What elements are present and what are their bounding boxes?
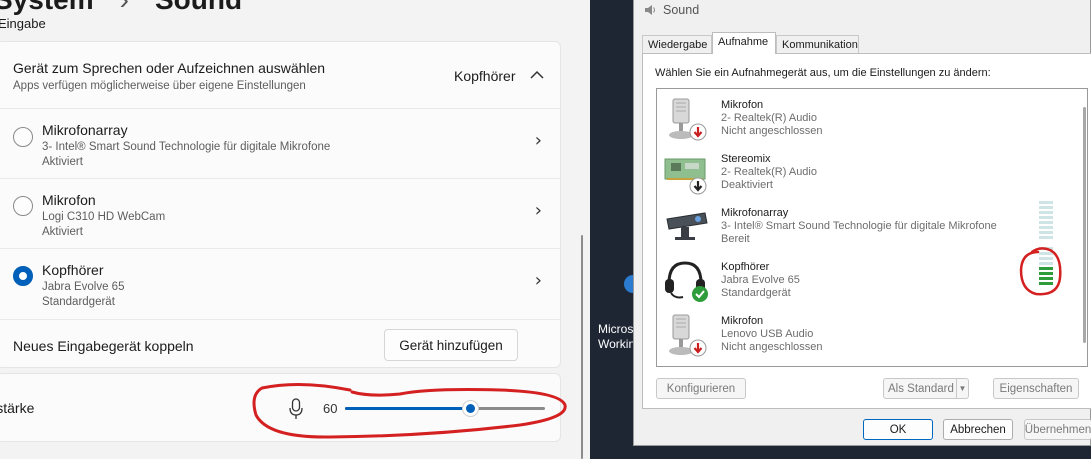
device-radio-selected[interactable] bbox=[13, 266, 33, 286]
list-item[interactable]: Mikrofon 2- Realtek(R) Audio Nicht anges… bbox=[657, 93, 1077, 145]
recording-device-list[interactable]: Mikrofon 2- Realtek(R) Audio Nicht anges… bbox=[656, 88, 1088, 367]
chevron-right-icon[interactable]: › bbox=[535, 270, 542, 291]
device-radio[interactable] bbox=[13, 196, 33, 216]
pair-device-row: Neues Eingabegerät koppeln Gerät hinzufü… bbox=[0, 319, 560, 369]
recording-tab-panel: Wählen Sie ein Aufnahmegerät aus, um die… bbox=[642, 53, 1091, 409]
device-row-kopfhoerer[interactable]: Kopfhörer Jabra Evolve 65 Standardgerät … bbox=[0, 248, 560, 319]
device-status: Standardgerät bbox=[42, 296, 115, 308]
apply-button[interactable]: Übernehmen bbox=[1024, 419, 1091, 440]
current-device-label: Kopfhörer bbox=[454, 68, 516, 84]
settings-scrollbar[interactable] bbox=[581, 235, 583, 459]
volume-label: Lautstärke bbox=[0, 400, 35, 416]
dropdown-arrow-icon[interactable]: ▼ bbox=[956, 379, 968, 398]
slider-fill bbox=[345, 407, 470, 410]
chevron-right-icon[interactable]: › bbox=[535, 130, 542, 151]
configure-button[interactable]: Konfigurieren bbox=[656, 378, 746, 399]
list-item[interactable]: Mikrofonarray 3- Intel® Smart Sound Tech… bbox=[657, 201, 1077, 253]
device-name: Mikrofon bbox=[721, 315, 764, 327]
device-name: Mikrofonarray bbox=[721, 207, 789, 219]
device-driver: Lenovo USB Audio bbox=[721, 328, 814, 340]
volume-value: 60 bbox=[323, 401, 338, 416]
device-driver: Jabra Evolve 65 bbox=[721, 274, 800, 286]
settings-window: System › Sound Eingabe Gerät zum Sprechen … bbox=[0, 0, 590, 459]
device-driver: 3- Intel® Smart Sound Technologie für di… bbox=[721, 220, 997, 232]
device-row-mikrofon[interactable]: Mikrofon Logi C310 HD WebCam Aktiviert › bbox=[0, 178, 560, 248]
device-row-mikrofonarray[interactable]: Mikrofonarray 3- Intel® Smart Sound Tech… bbox=[0, 108, 560, 178]
volume-card: Lautstärke 60 bbox=[0, 373, 561, 442]
microphone-icon bbox=[289, 398, 303, 419]
list-scrollbar[interactable] bbox=[1083, 107, 1086, 343]
section-heading: Eingabe bbox=[0, 16, 46, 31]
sound-dialog: Sound Wiedergabe Aufnahme Kommunikation … bbox=[633, 0, 1091, 446]
headset-icon bbox=[665, 261, 708, 302]
device-status: Aktiviert bbox=[42, 156, 83, 168]
select-device-title: Gerät zum Sprechen oder Aufzeichnen ausw… bbox=[13, 60, 326, 76]
volume-slider[interactable] bbox=[345, 398, 545, 418]
dialog-title: Sound bbox=[663, 3, 700, 17]
speaker-icon bbox=[645, 5, 655, 15]
device-name: Kopfhörer bbox=[42, 262, 104, 278]
list-item[interactable]: Mikrofon Lenovo USB Audio Nicht angeschl… bbox=[657, 309, 1077, 361]
breadcrumb-parent[interactable]: System bbox=[0, 0, 94, 15]
device-status: Nicht angeschlossen bbox=[721, 125, 823, 137]
device-name: Mikrofon bbox=[42, 192, 96, 208]
set-default-button[interactable]: Als Standard ▼ bbox=[883, 378, 969, 399]
select-device-subtitle: Apps verfügen möglicherweise über eigene… bbox=[13, 80, 306, 92]
level-meter bbox=[1039, 247, 1053, 287]
device-driver: 2- Realtek(R) Audio bbox=[721, 112, 817, 124]
breadcrumb-current: Sound bbox=[155, 0, 242, 15]
device-desc: 3- Intel® Smart Sound Technologie für di… bbox=[42, 141, 331, 153]
device-status: Bereit bbox=[721, 233, 750, 245]
tab-communication[interactable]: Kommunikation bbox=[776, 35, 859, 54]
device-name: Mikrofon bbox=[721, 99, 764, 111]
input-device-card: Gerät zum Sprechen oder Aufzeichnen ausw… bbox=[0, 41, 561, 368]
properties-button[interactable]: Eigenschaften bbox=[993, 378, 1079, 399]
breadcrumb-separator-icon: › bbox=[120, 0, 129, 15]
device-status: Deaktiviert bbox=[721, 179, 773, 191]
breadcrumb: System › Sound bbox=[0, 0, 242, 16]
device-status: Aktiviert bbox=[42, 226, 83, 238]
device-desc: Logi C310 HD WebCam bbox=[42, 211, 166, 223]
cancel-button[interactable]: Abbrechen bbox=[943, 419, 1013, 440]
tab-recording[interactable]: Aufnahme bbox=[712, 32, 776, 54]
list-item[interactable]: Stereomix 2- Realtek(R) Audio Deaktivier… bbox=[657, 147, 1077, 199]
device-status: Standardgerät bbox=[721, 287, 791, 299]
device-name: Mikrofonarray bbox=[42, 122, 128, 138]
ok-button[interactable]: OK bbox=[863, 419, 933, 440]
device-name: Kopfhörer bbox=[721, 261, 770, 273]
select-device-header[interactable]: Gerät zum Sprechen oder Aufzeichnen ausw… bbox=[0, 42, 560, 108]
device-status: Nicht angeschlossen bbox=[721, 341, 823, 353]
device-radio[interactable] bbox=[13, 127, 33, 147]
device-driver: 2- Realtek(R) Audio bbox=[721, 166, 817, 178]
level-meter bbox=[1039, 201, 1053, 239]
pair-device-label: Neues Eingabegerät koppeln bbox=[13, 338, 194, 354]
chevron-right-icon[interactable]: › bbox=[535, 200, 542, 221]
microphone-icon bbox=[669, 98, 707, 141]
instruction-text: Wählen Sie ein Aufnahmegerät aus, um die… bbox=[655, 67, 991, 79]
chevron-up-icon[interactable] bbox=[530, 70, 544, 80]
mic-array-icon bbox=[666, 212, 708, 240]
microphone-icon bbox=[669, 314, 707, 357]
set-default-label: Als Standard bbox=[888, 382, 954, 395]
add-device-button[interactable]: Gerät hinzufügen bbox=[384, 329, 518, 361]
slider-thumb[interactable] bbox=[462, 400, 479, 417]
tab-playback[interactable]: Wiedergabe bbox=[642, 35, 712, 54]
device-name: Stereomix bbox=[721, 153, 771, 165]
sound-card-icon bbox=[664, 158, 707, 195]
list-item[interactable]: Kopfhörer Jabra Evolve 65 Standardgerät bbox=[657, 247, 1077, 307]
device-desc: Jabra Evolve 65 bbox=[42, 281, 125, 293]
